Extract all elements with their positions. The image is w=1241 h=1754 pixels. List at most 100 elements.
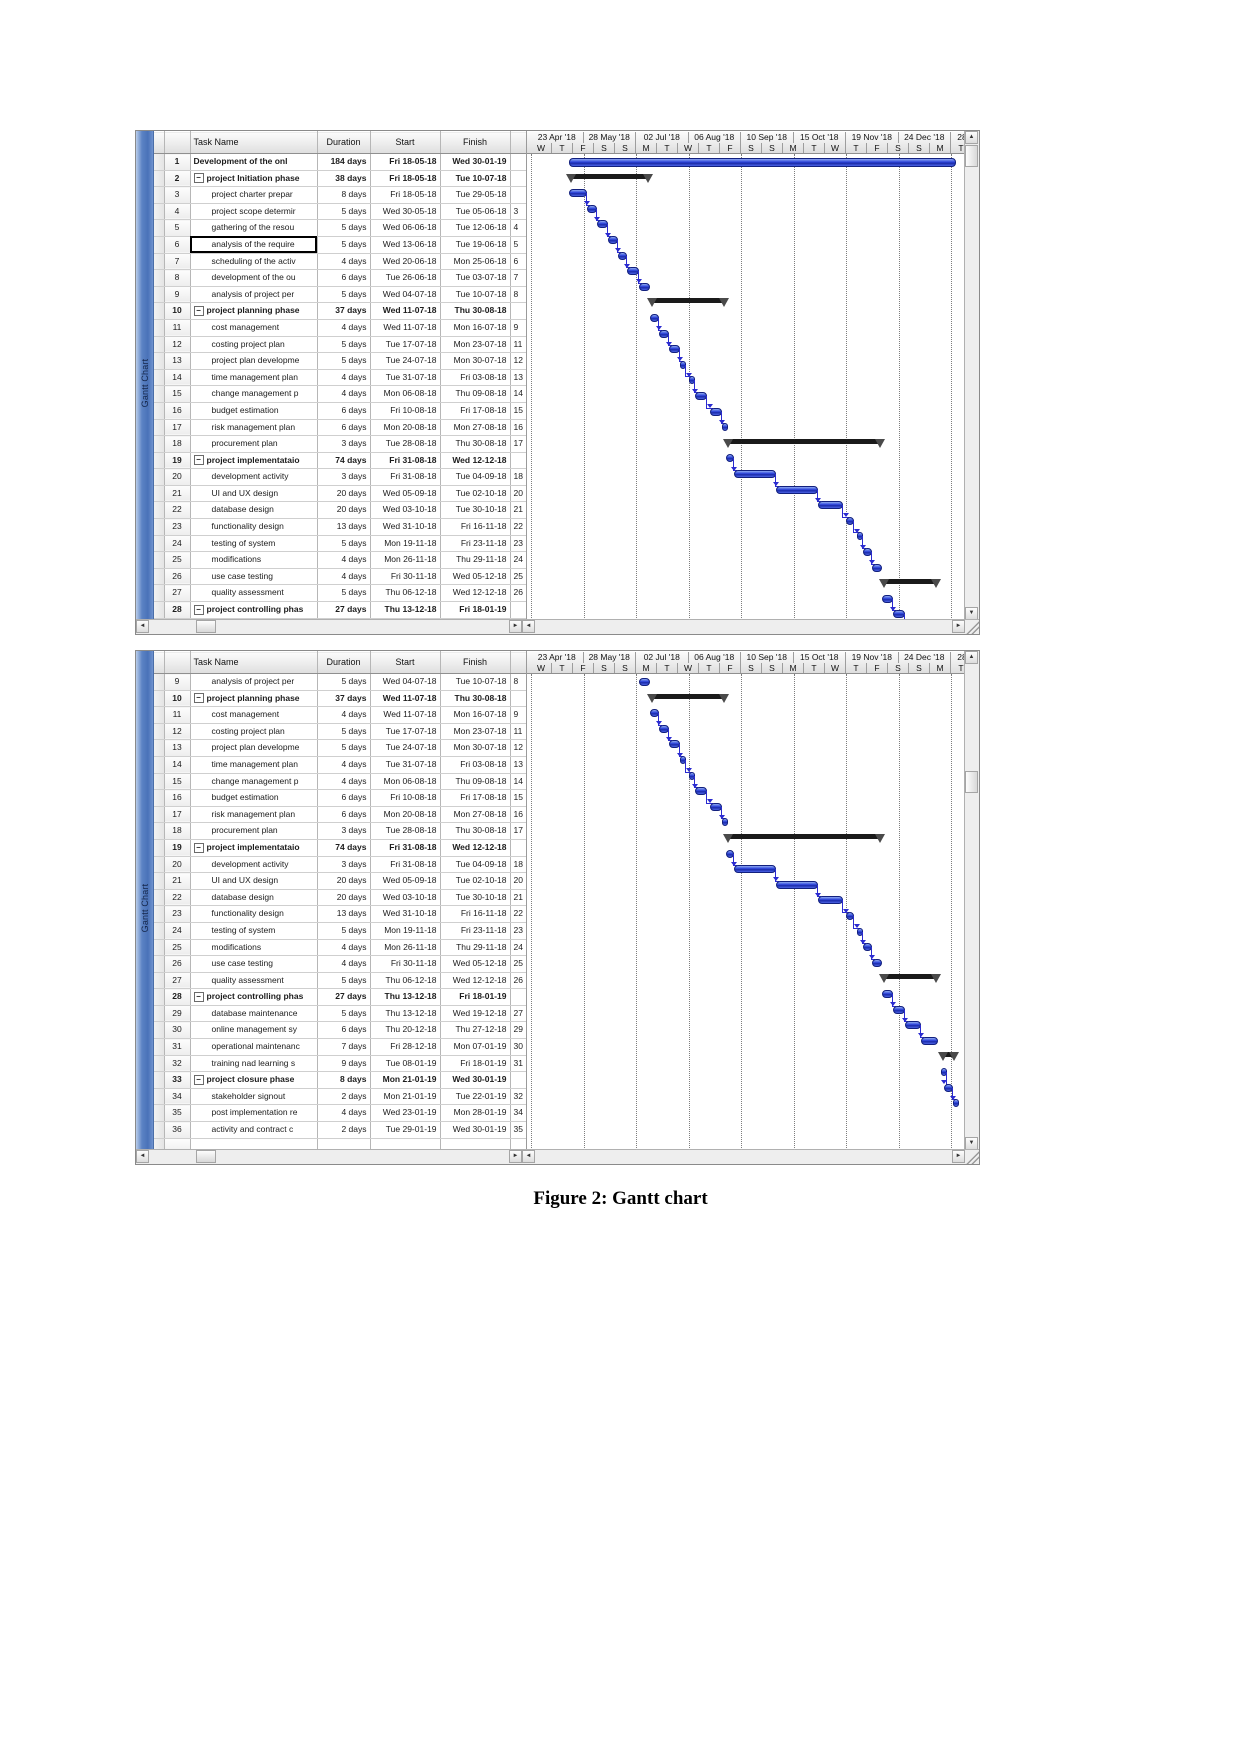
col-header-start-bottom[interactable]: Start [370, 651, 441, 674]
task-name-cell[interactable]: stakeholder signout [190, 1088, 318, 1106]
duration-cell[interactable]: 4 days [317, 1104, 371, 1123]
finish-date-cell[interactable]: Tue 04-09-18 [440, 468, 511, 486]
predecessor-cell[interactable]: 4 [510, 219, 526, 237]
vertical-scrollbar-bottom[interactable]: ▲ ▼ [964, 651, 979, 1150]
start-date-cell[interactable]: Wed 30-05-18 [370, 203, 441, 221]
table-row[interactable]: 17 risk management plan 6 days Mon 20-08-18… [154, 806, 526, 824]
finish-date-cell[interactable]: Mon 25-06-18 [440, 253, 511, 271]
row-select-cell[interactable] [154, 690, 165, 708]
predecessor-cell[interactable]: 13 [510, 369, 526, 387]
task-name-cell[interactable]: quality assessment [190, 972, 318, 990]
task-name-cell[interactable]: project plan developme [190, 739, 318, 757]
duration-cell[interactable]: 20 days [317, 889, 371, 907]
duration-cell[interactable]: 20 days [317, 501, 371, 520]
finish-date-cell[interactable]: Thu 29-11-18 [440, 551, 511, 569]
start-date-cell[interactable]: Wed 05-09-18 [370, 485, 441, 503]
start-date-cell[interactable]: Wed 31-10-18 [370, 905, 441, 923]
finish-date-cell[interactable]: Thu 30-08-18 [440, 690, 511, 708]
row-id-cell[interactable]: 24 [164, 535, 191, 553]
table-row[interactable]: 28− project controlling phas 27 days Thu 13… [154, 601, 526, 619]
table-row[interactable]: 8 development of the ou 6 days Tue 26-06-18… [154, 269, 526, 287]
predecessor-cell[interactable] [510, 988, 526, 1006]
predecessor-cell[interactable]: 17 [510, 435, 526, 453]
task-name-cell[interactable]: use case testing [190, 568, 318, 586]
duration-cell[interactable]: 5 days [317, 922, 371, 940]
start-date-cell[interactable]: Wed 11-07-18 [370, 706, 441, 724]
finish-date-cell[interactable]: Mon 27-08-18 [440, 806, 511, 824]
task-name-cell[interactable]: risk management plan [190, 806, 318, 824]
row-select-cell[interactable] [154, 186, 165, 204]
predecessor-cell[interactable] [510, 186, 526, 204]
scroll-right-icon[interactable]: ► [509, 620, 522, 633]
task-grid-top[interactable]: Task Name Duration Start Finish 1 Develop… [154, 131, 527, 634]
row-id-cell[interactable]: 21 [164, 872, 191, 890]
table-row[interactable]: 6 analysis of the require 5 days Wed 13-06-… [154, 236, 526, 254]
row-select-cell[interactable] [154, 485, 165, 503]
row-select-cell[interactable] [154, 253, 165, 271]
task-name-cell[interactable]: scheduling of the activ [190, 253, 318, 271]
finish-date-cell[interactable]: Mon 23-07-18 [440, 336, 511, 354]
row-id-cell[interactable]: 9 [164, 286, 191, 304]
hscroll-chart-part-top[interactable]: ◄ ► [522, 620, 979, 633]
predecessor-cell[interactable]: 3 [510, 203, 526, 221]
col-header-task-name-bottom[interactable]: Task Name [190, 651, 318, 674]
duration-cell[interactable]: 4 days [317, 551, 371, 569]
row-id-cell[interactable]: 9 [164, 673, 191, 691]
start-date-cell[interactable]: Tue 28-08-18 [370, 435, 441, 453]
row-select-cell[interactable] [154, 435, 165, 453]
gantt-canvas-top[interactable] [527, 154, 979, 634]
start-date-cell[interactable]: Tue 31-07-18 [370, 369, 441, 387]
row-id-cell[interactable]: 30 [164, 1021, 191, 1040]
row-id-cell[interactable]: 18 [164, 435, 191, 453]
table-row[interactable]: 21 UI and UX design 20 days Wed 05-09-18 Tue… [154, 485, 526, 503]
task-name-cell[interactable]: gathering of the resou [190, 219, 318, 237]
duration-cell[interactable]: 5 days [317, 219, 371, 237]
finish-date-cell[interactable]: Fri 18-01-19 [440, 601, 511, 619]
duration-cell[interactable]: 4 days [317, 253, 371, 271]
predecessor-cell[interactable]: 20 [510, 872, 526, 890]
task-name-cell[interactable]: cost management [190, 706, 318, 724]
row-select-cell[interactable] [154, 551, 165, 569]
finish-date-cell[interactable]: Fri 16-11-18 [440, 518, 511, 536]
predecessor-cell[interactable] [510, 690, 526, 708]
table-row[interactable]: 11 cost management 4 days Wed 11-07-18 Mon 1… [154, 706, 526, 724]
hscroll-chart-part-bottom[interactable]: ◄ ► [522, 1150, 979, 1163]
duration-cell[interactable]: 27 days [317, 988, 371, 1006]
gantt-chart-pane-bottom[interactable]: 23 Apr '18 28 May '18 02 Jul '18 06 Aug '18… [527, 651, 979, 1164]
start-date-cell[interactable]: Fri 18-05-18 [370, 153, 441, 171]
hscroll-thumb-grid-bottom[interactable] [196, 1150, 216, 1163]
predecessor-cell[interactable]: 6 [510, 253, 526, 271]
predecessor-cell[interactable]: 8 [510, 286, 526, 304]
predecessor-cell[interactable] [510, 1071, 526, 1089]
row-id-cell[interactable]: 10 [164, 690, 191, 708]
table-row[interactable]: 25 modifications 4 days Mon 26-11-18 Thu 29-… [154, 551, 526, 569]
task-name-cell[interactable]: functionality design [190, 518, 318, 536]
table-row[interactable]: 10− project planning phase 37 days Wed 11-0… [154, 302, 526, 320]
start-date-cell[interactable]: Wed 05-09-18 [370, 872, 441, 890]
task-name-cell[interactable]: modifications [190, 939, 318, 957]
start-date-cell[interactable]: Wed 03-10-18 [370, 889, 441, 907]
finish-date-cell[interactable]: Fri 17-08-18 [440, 402, 511, 420]
row-id-cell[interactable]: 29 [164, 1005, 191, 1023]
gantt-canvas-bottom[interactable] [527, 674, 979, 1164]
predecessor-cell[interactable]: 12 [510, 739, 526, 757]
predecessor-cell[interactable]: 13 [510, 756, 526, 774]
predecessor-cell[interactable]: 8 [510, 673, 526, 691]
collapse-expander-icon[interactable]: − [193, 455, 204, 466]
duration-cell[interactable]: 20 days [317, 872, 371, 890]
task-name-cell[interactable]: functionality design [190, 905, 318, 923]
gantt-task-bar[interactable] [721, 423, 728, 432]
table-row[interactable]: 33− project closure phase 8 days Mon 21-01-… [154, 1071, 526, 1089]
table-row[interactable]: 22 database design 20 days Wed 03-10-18 Tue … [154, 501, 526, 520]
view-bar-top[interactable]: Gantt Chart [136, 131, 154, 634]
start-date-cell[interactable]: Mon 26-11-18 [370, 939, 441, 957]
task-name-cell[interactable]: − project controlling phas [190, 601, 318, 619]
duration-cell[interactable]: 27 days [317, 601, 371, 619]
chart-scroll-left-icon[interactable]: ◄ [522, 620, 535, 633]
start-date-cell[interactable]: Tue 08-01-19 [370, 1055, 441, 1073]
finish-date-cell[interactable]: Fri 23-11-18 [440, 922, 511, 940]
finish-date-cell[interactable]: Mon 27-08-18 [440, 419, 511, 437]
table-row[interactable]: 9 analysis of project per 5 days Wed 04-07-… [154, 286, 526, 304]
table-row[interactable]: 31 operational maintenanc 7 days Fri 28-12-… [154, 1038, 526, 1056]
duration-cell[interactable]: 4 days [317, 706, 371, 724]
